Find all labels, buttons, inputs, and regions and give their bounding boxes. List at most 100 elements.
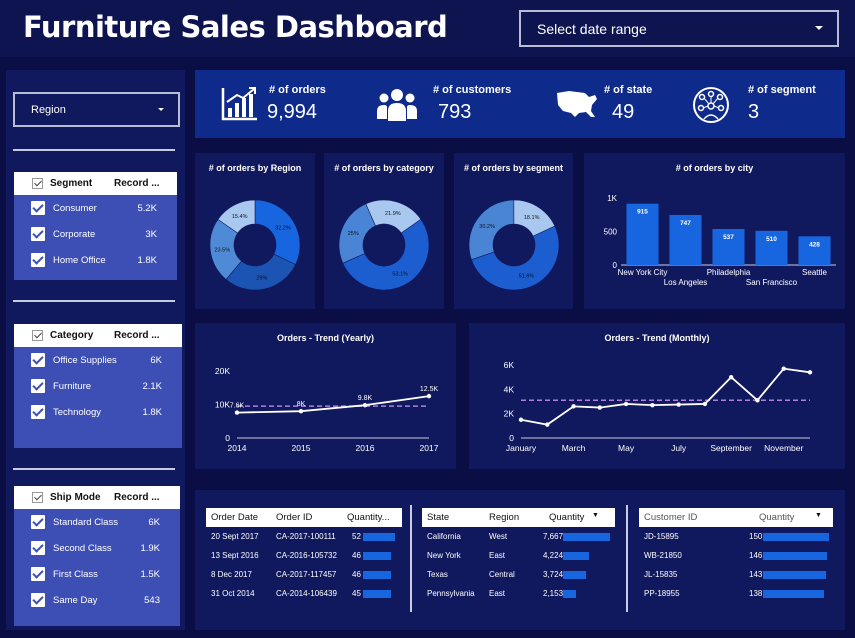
y-tick-label: 0 [509,433,514,443]
orders-table: Order Date Order ID Quantity... 20 Sept … [206,508,402,603]
data-point[interactable] [755,398,760,403]
sort-desc-icon[interactable]: ▼ [815,512,822,519]
filter-item[interactable]: First Class 1.5K [14,561,180,587]
checkbox[interactable] [31,379,45,393]
segment-donut-panel: # of orders by segment 51.6% 30.2% 18.1% [454,153,573,309]
segment-filter-header[interactable]: Segment Record ... [14,172,177,195]
data-point[interactable] [676,402,681,407]
filter-item[interactable]: Second Class 1.9K [14,535,180,561]
select-all-checkbox[interactable] [32,330,43,341]
table-cell: East [489,551,506,560]
sort-desc-icon[interactable]: ▼ [592,512,599,519]
data-point[interactable] [234,410,240,415]
table-row[interactable]: JD-15895 150 [639,527,833,546]
category-donut-panel: # of orders by category 53.1% 25% 21.9% [324,153,444,309]
checkbox[interactable] [31,515,45,529]
table-row[interactable]: PP-18955 138 [639,584,833,603]
filter-item[interactable]: Consumer 5.2K [14,195,177,221]
table-row[interactable]: Texas Central 3,724 [422,565,615,584]
checkbox[interactable] [31,353,45,367]
data-point[interactable] [728,374,734,380]
checkbox[interactable] [31,253,45,267]
x-tick-label: 2017 [420,443,439,453]
select-all-checkbox[interactable] [32,492,43,503]
filter-item-label: Furniture [53,380,92,392]
region-donut-chart[interactable]: 32.2% 29% 23.5% 15.4% [205,195,305,295]
x-tick-label: San Francisco [746,278,798,287]
data-point[interactable] [545,422,550,427]
data-point[interactable] [807,370,813,375]
column-header[interactable]: Customer ID [644,512,697,523]
table-header: Order Date Order ID Quantity... [206,508,402,527]
table-row[interactable]: 13 Sept 2016 CA-2016-105732 46 [206,546,402,565]
filter-item[interactable]: Corporate 3K [14,221,177,247]
data-point[interactable] [597,405,603,410]
column-header[interactable]: Order ID [276,512,312,523]
shipmode-filter-header[interactable]: Ship Mode Record ... [14,486,180,509]
checkbox[interactable] [31,567,45,581]
column-header[interactable]: Quantity [759,512,794,523]
series-line[interactable] [236,395,430,414]
checkbox[interactable] [31,593,45,607]
column-header[interactable]: Region [489,512,519,523]
table-row[interactable]: JL-15835 143 [639,565,833,584]
checkbox[interactable] [31,201,45,215]
column-header[interactable]: Quantity [549,512,584,523]
table-cell: 146 [749,551,763,560]
x-tick-label: Seattle [802,268,827,277]
column-header[interactable]: Order Date [211,512,258,523]
table-row[interactable]: 31 Oct 2014 CA-2014-106439 45 [206,584,402,603]
donut-slice-label: 25% [348,231,359,237]
table-cell: 8 Dec 2017 [211,570,252,579]
table-row[interactable]: 8 Dec 2017 CA-2017-117457 46 [206,565,402,584]
region-select[interactable]: Region [13,92,180,127]
data-point[interactable] [426,393,432,399]
column-header[interactable]: State [427,512,449,523]
checkbox[interactable] [31,541,45,555]
filter-item[interactable]: Furniture 2.1K [14,373,182,399]
data-point[interactable] [623,401,629,407]
table-cell: CA-2017-117457 [276,570,337,579]
data-point[interactable] [298,409,304,414]
x-tick-label: May [618,443,635,453]
city-bar-chart[interactable]: 05001K915New York City747Los Angeles537P… [584,177,845,307]
column-header[interactable]: Quantity... [347,512,390,523]
filter-item-count: 1.9K [140,542,160,554]
filter-item[interactable]: Home Office 1.8K [14,247,177,273]
checkbox[interactable] [31,227,45,241]
kpi-strip: # of orders 9,994 # of customers 793 # o… [195,70,845,138]
data-point[interactable] [650,402,655,408]
table-row[interactable]: New York East 4,224 [422,546,615,565]
data-point[interactable] [571,404,576,409]
select-all-checkbox[interactable] [32,178,43,189]
segment-donut-chart[interactable]: 51.6% 30.2% 18.1% [464,195,564,295]
table-row[interactable]: 20 Sept 2017 CA-2017-100111 52 [206,527,402,546]
table-row[interactable]: Pennsylvania East 2,153 [422,584,615,603]
x-tick-label: 2015 [292,443,311,453]
category-donut-chart[interactable]: 53.1% 25% 21.9% [334,195,434,295]
chart-title: # of orders by Region [208,163,302,173]
customers-table: Customer ID Quantity ▼ JD-15895 150 WB-218… [639,508,833,603]
filter-item-count: 6K [148,516,160,528]
table-row[interactable]: California West 7,667 [422,527,615,546]
monthly-line-chart[interactable]: 0 2K 4K 6K January March May July September Novem… [469,347,845,467]
quantity-bar [363,532,395,541]
checkbox[interactable] [31,405,45,419]
data-point[interactable] [518,417,524,422]
table-row[interactable]: WB-21850 146 [639,546,833,565]
table-cell: 46 [352,570,361,579]
filter-item[interactable]: Technology 1.8K [14,399,182,425]
category-filter-header[interactable]: Category Record ... [14,324,182,347]
filter-item-label: Standard Class [53,516,118,528]
data-point[interactable] [781,366,786,371]
data-point[interactable] [362,402,368,408]
filter-item[interactable]: Office Supplies 6K [14,347,182,373]
data-point[interactable] [702,401,708,407]
filter-item[interactable]: Same Day 543 [14,587,180,613]
series-line[interactable] [520,367,811,426]
yearly-line-chart[interactable]: 0 10K 20K 7.6K 2014 8K 2015 9.8K 2016 12.5K 2017 [195,347,456,467]
donut-slice[interactable] [254,199,301,265]
date-range-select[interactable]: Select date range [519,10,839,47]
x-tick-label: New York City [618,268,668,277]
filter-item[interactable]: Standard Class 6K [14,509,180,535]
